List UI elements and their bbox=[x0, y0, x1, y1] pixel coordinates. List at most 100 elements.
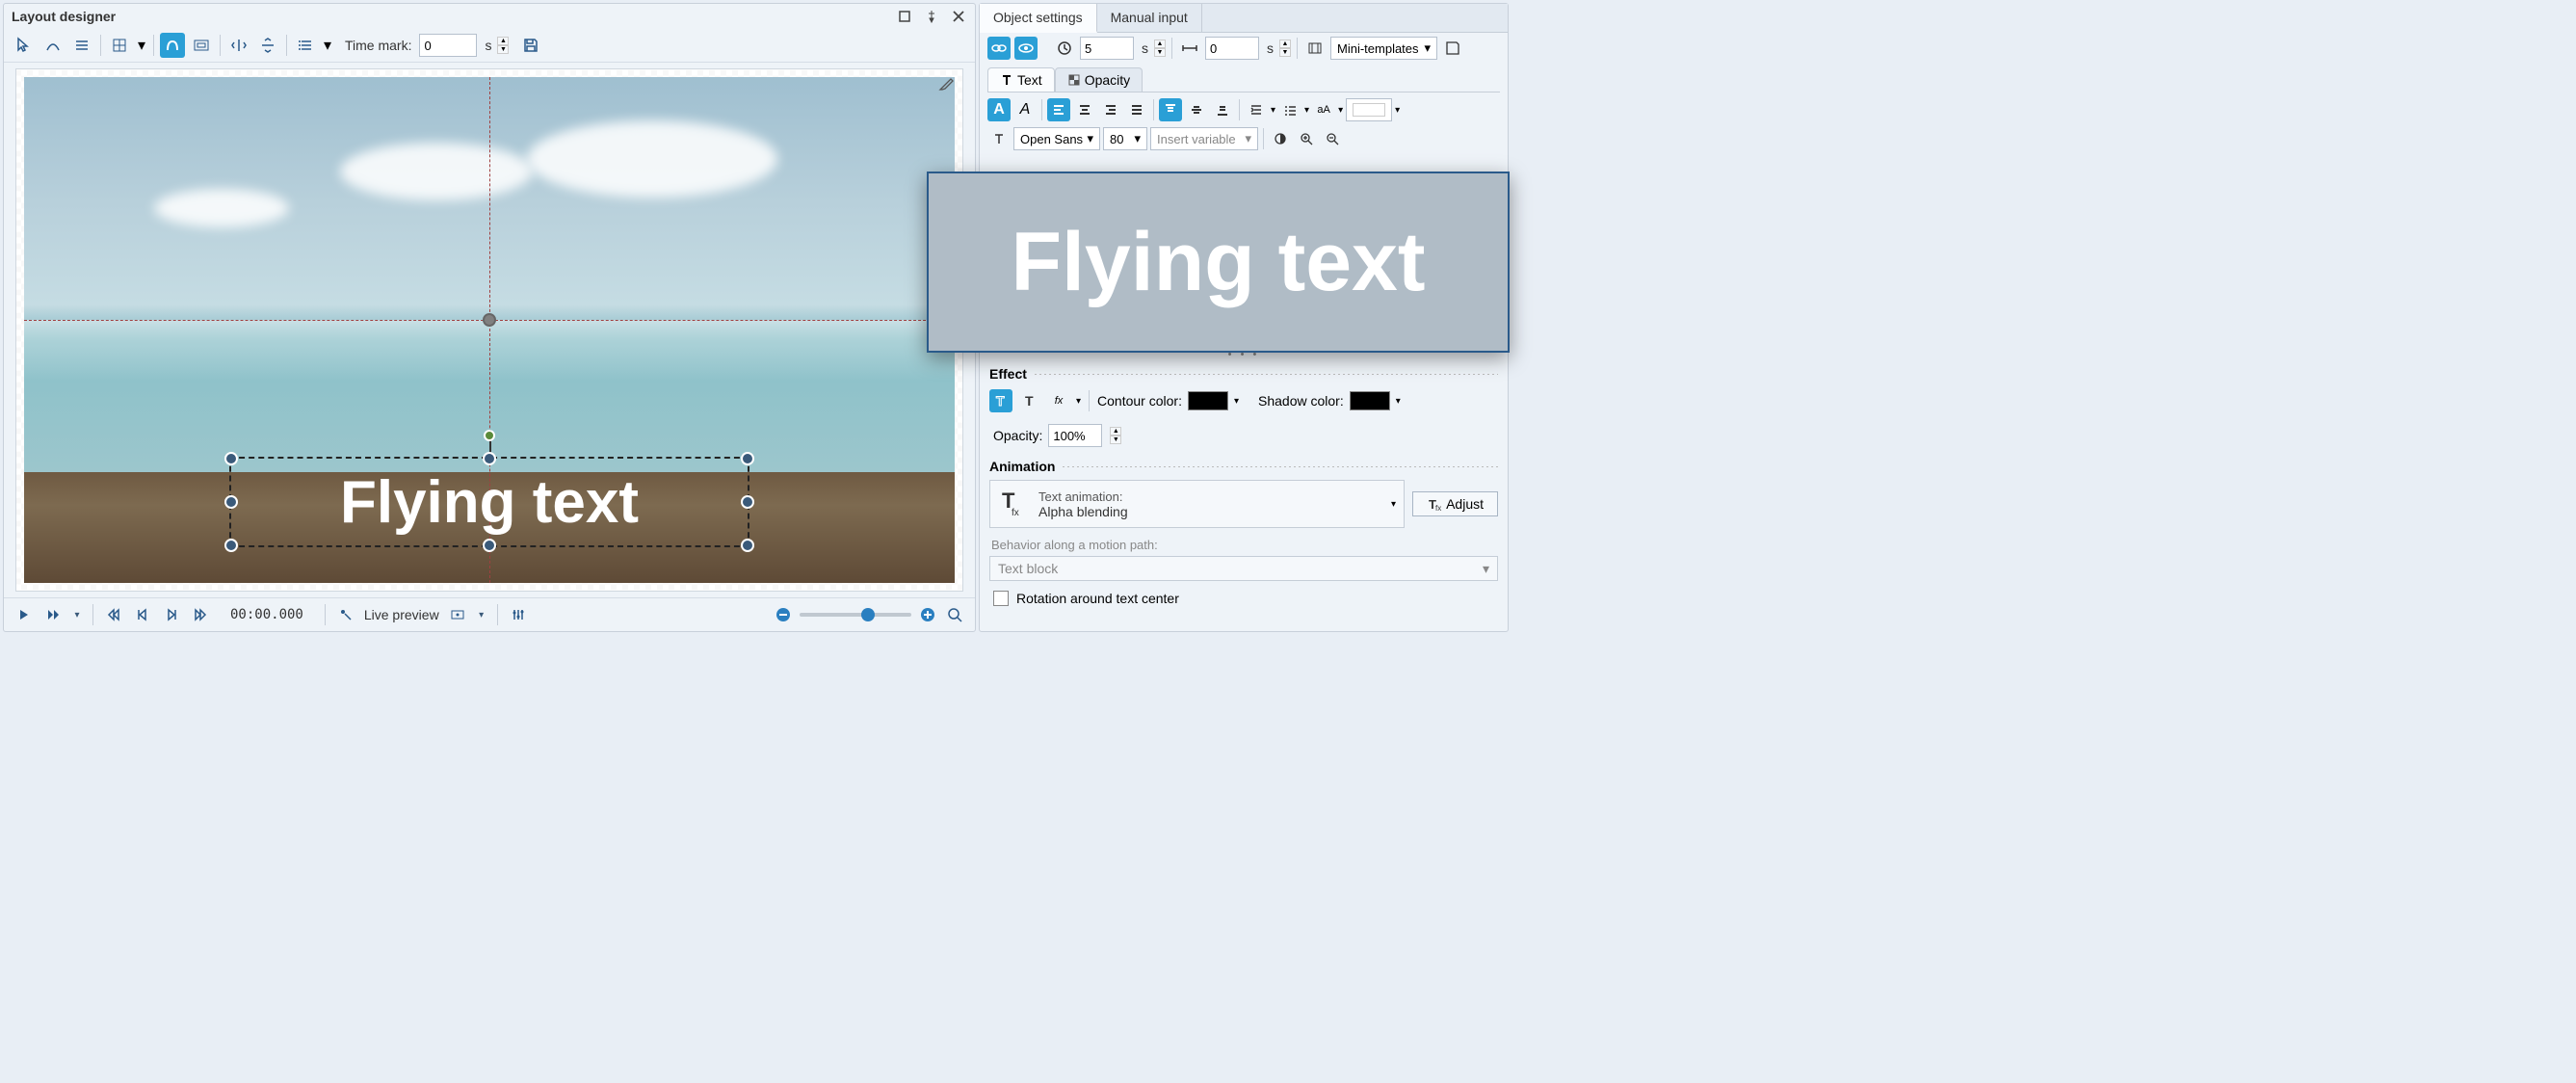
flip-v-icon[interactable] bbox=[255, 33, 280, 58]
effect-fill-icon[interactable]: T bbox=[1018, 389, 1041, 412]
resize-handle[interactable] bbox=[224, 452, 238, 465]
italic-icon[interactable]: A bbox=[1013, 98, 1037, 121]
mini-templates-dropdown[interactable]: Mini-templates ▾ bbox=[1330, 37, 1437, 60]
dropdown-arrow-icon[interactable]: ▾ bbox=[476, 604, 487, 625]
step-fwd-icon[interactable] bbox=[161, 604, 182, 625]
dropdown-arrow-icon[interactable]: ▾ bbox=[322, 33, 333, 58]
dropdown-arrow-icon[interactable]: ▾ bbox=[1395, 105, 1400, 116]
step-back-icon[interactable] bbox=[132, 604, 153, 625]
zoom-out-icon[interactable] bbox=[773, 604, 794, 625]
close-icon[interactable] bbox=[950, 8, 967, 25]
resize-handle[interactable] bbox=[224, 539, 238, 552]
rotate-handle[interactable] bbox=[484, 430, 495, 441]
align-center-icon[interactable] bbox=[1073, 98, 1096, 121]
text-object[interactable]: Flying text bbox=[229, 457, 750, 548]
curve-tool-icon[interactable] bbox=[40, 33, 66, 58]
rotation-checkbox[interactable] bbox=[993, 591, 1009, 606]
color-picker[interactable] bbox=[1346, 98, 1392, 121]
shadow-color-swatch[interactable] bbox=[1350, 391, 1390, 410]
link-icon[interactable] bbox=[987, 37, 1011, 60]
resize-handle[interactable] bbox=[483, 539, 496, 552]
time-start-input[interactable] bbox=[1080, 37, 1134, 60]
align-right-icon[interactable] bbox=[1099, 98, 1122, 121]
eye-icon[interactable] bbox=[1014, 37, 1038, 60]
animation-selector[interactable]: Tfx Text animation: Alpha blending ▾ bbox=[989, 480, 1405, 528]
font-icon bbox=[987, 127, 1011, 150]
dropdown-arrow-icon[interactable]: ▾ bbox=[1338, 105, 1343, 116]
time-mark-spinner[interactable]: ▲▼ bbox=[497, 37, 509, 54]
safe-area-icon[interactable] bbox=[189, 33, 214, 58]
resize-handle[interactable] bbox=[483, 452, 496, 465]
play-section-icon[interactable] bbox=[42, 604, 64, 625]
zoom-slider[interactable] bbox=[800, 613, 911, 617]
tab-object-settings[interactable]: Object settings bbox=[980, 4, 1097, 33]
dropdown-arrow-icon[interactable]: ▾ bbox=[1304, 105, 1309, 116]
dropdown-arrow-icon[interactable]: ▾ bbox=[1271, 105, 1275, 116]
section-animation-title: Animation bbox=[989, 459, 1055, 474]
pin-icon[interactable] bbox=[923, 8, 940, 25]
dropdown-arrow-icon[interactable]: ▾ bbox=[136, 33, 147, 58]
canvas[interactable]: Flying text bbox=[24, 77, 955, 583]
align-justify-icon[interactable] bbox=[1125, 98, 1148, 121]
settings-icon[interactable] bbox=[508, 604, 529, 625]
snap-icon[interactable] bbox=[1303, 37, 1327, 60]
flip-h-icon[interactable] bbox=[226, 33, 251, 58]
dropdown-arrow-icon[interactable]: ▾ bbox=[1396, 396, 1401, 407]
font-size-dropdown[interactable]: 80▾ bbox=[1103, 127, 1147, 150]
contrast-icon[interactable] bbox=[1269, 127, 1292, 150]
time-start-spinner[interactable]: ▲▼ bbox=[1154, 40, 1166, 57]
time-mark-input[interactable] bbox=[419, 34, 477, 57]
save-template-icon[interactable] bbox=[1441, 37, 1464, 60]
tab-opacity[interactable]: Opacity bbox=[1055, 67, 1143, 92]
zoom-fit-icon[interactable] bbox=[944, 604, 965, 625]
tab-text[interactable]: Text bbox=[987, 67, 1055, 92]
play-icon[interactable] bbox=[13, 604, 35, 625]
bold-icon[interactable]: A bbox=[987, 98, 1011, 121]
tab-manual-input[interactable]: Manual input bbox=[1097, 4, 1202, 32]
resize-handle[interactable] bbox=[224, 495, 238, 509]
dropdown-arrow-icon[interactable]: ▾ bbox=[71, 604, 83, 625]
zoom-thumb[interactable] bbox=[861, 608, 875, 621]
list-tool-icon[interactable] bbox=[293, 33, 318, 58]
duration-spinner[interactable]: ▲▼ bbox=[1279, 40, 1291, 57]
list-icon[interactable] bbox=[1278, 98, 1301, 121]
preview-text: Flying text bbox=[1011, 215, 1425, 310]
zoom-out-text-icon[interactable] bbox=[1321, 127, 1344, 150]
insert-variable-dropdown[interactable]: Insert variable▾ bbox=[1150, 127, 1258, 150]
goto-start-icon[interactable] bbox=[103, 604, 124, 625]
brush-icon[interactable] bbox=[937, 75, 955, 92]
select-tool-icon[interactable] bbox=[12, 33, 37, 58]
valign-top-icon[interactable] bbox=[1159, 98, 1182, 121]
effect-outline-icon[interactable]: T bbox=[989, 389, 1012, 412]
case-icon[interactable]: aA bbox=[1312, 98, 1335, 121]
zoom-in-icon[interactable] bbox=[917, 604, 938, 625]
path-tool-icon[interactable] bbox=[160, 33, 185, 58]
contour-color-swatch[interactable] bbox=[1188, 391, 1228, 410]
duration-input[interactable] bbox=[1205, 37, 1259, 60]
opacity-spinner[interactable]: ▲▼ bbox=[1110, 427, 1121, 444]
save-icon[interactable] bbox=[518, 33, 543, 58]
grid-tool-icon[interactable] bbox=[107, 33, 132, 58]
opacity-input[interactable] bbox=[1048, 424, 1102, 447]
goto-end-icon[interactable] bbox=[190, 604, 211, 625]
valign-mid-icon[interactable] bbox=[1185, 98, 1208, 121]
preview-mode-icon[interactable] bbox=[447, 604, 468, 625]
dropdown-arrow-icon[interactable]: ▾ bbox=[1234, 396, 1239, 407]
adjust-button[interactable]: Tfx Adjust bbox=[1412, 491, 1498, 516]
center-anchor-icon[interactable] bbox=[483, 313, 496, 327]
font-family-dropdown[interactable]: Open Sans▾ bbox=[1013, 127, 1100, 150]
align-left-icon[interactable] bbox=[1047, 98, 1070, 121]
settings-panel: Object settings Manual input s ▲▼ s ▲▼ M… bbox=[979, 3, 1509, 632]
maximize-icon[interactable] bbox=[896, 8, 913, 25]
indent-icon[interactable] bbox=[1245, 98, 1268, 121]
live-preview-icon[interactable] bbox=[335, 604, 356, 625]
effect-fx-icon[interactable]: fx bbox=[1047, 389, 1070, 412]
behavior-dropdown[interactable]: Text block▾ bbox=[989, 556, 1498, 581]
dropdown-arrow-icon[interactable]: ▾ bbox=[1076, 396, 1081, 407]
time-mark-label: Time mark: bbox=[345, 38, 411, 53]
zoom-in-text-icon[interactable] bbox=[1295, 127, 1318, 150]
shadow-color-label: Shadow color: bbox=[1258, 393, 1344, 409]
lines-tool-icon[interactable] bbox=[69, 33, 94, 58]
resize-handle[interactable] bbox=[741, 495, 754, 509]
valign-bot-icon[interactable] bbox=[1211, 98, 1234, 121]
